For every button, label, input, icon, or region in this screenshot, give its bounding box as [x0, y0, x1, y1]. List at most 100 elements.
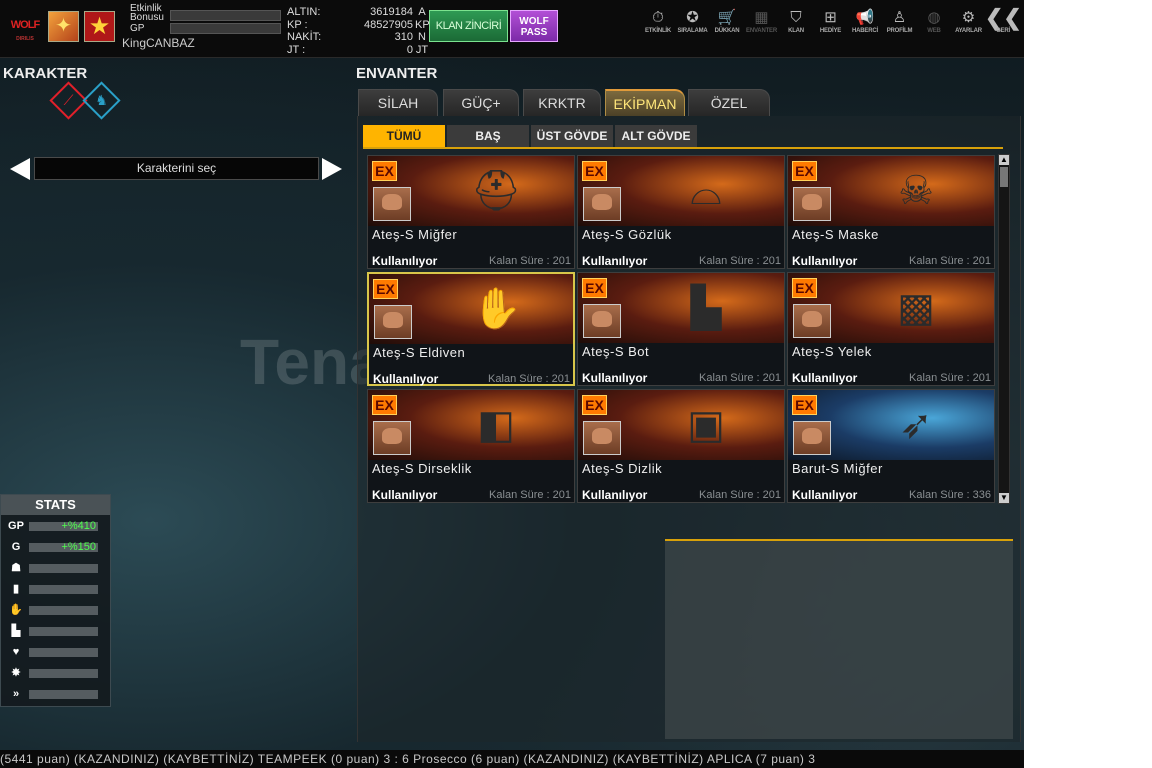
ex-badge: EX	[792, 395, 817, 415]
currency-unit: JT	[415, 43, 429, 56]
stat-bar	[29, 564, 98, 573]
currency-value: 48527905	[364, 18, 413, 31]
item-card[interactable]: EX ☠ Ateş-S Maske Kullanılıyor Kalan Süre : …	[787, 155, 995, 269]
item-name: Barut-S Miğfer	[792, 461, 883, 476]
tab-güç+[interactable]: GÜÇ+	[443, 89, 519, 116]
currency-key: JT :	[287, 43, 306, 56]
item-icon: ▙	[690, 286, 722, 330]
stat-bar	[29, 585, 98, 594]
item-card[interactable]: EX ◧ Ateş-S Dirseklik Kullanılıyor Kalan Sür…	[367, 389, 575, 503]
item-grid-scrollbar[interactable]: ▲ ▼	[998, 154, 1010, 504]
item-icon: ➶	[899, 403, 933, 447]
item-remaining-time: Kalan Süre : 201	[909, 255, 991, 267]
stat-row: ♥	[7, 645, 103, 659]
item-status: Kullanılıyor	[582, 254, 648, 268]
item-remaining-time: Kalan Süre : 201	[699, 255, 781, 267]
item-remaining-time: Kalan Süre : 336	[909, 489, 991, 501]
currency-value: 310	[394, 31, 413, 43]
subtab-tümü[interactable]: TÜMÜ	[363, 125, 445, 148]
item-icon: ⌓	[690, 169, 722, 213]
scroll-down-icon[interactable]: ▼	[999, 493, 1009, 503]
nav-label: ETKİNLİK	[644, 28, 672, 34]
item-card[interactable]: EX ▩ Ateş-S Yelek Kullanılıyor Kalan Süre : …	[787, 272, 995, 386]
gift-icon: ⊞	[824, 9, 837, 26]
character-select[interactable]: Karakterini seç	[34, 157, 319, 180]
stat-row: »	[7, 687, 103, 701]
prev-character-arrow-icon[interactable]	[10, 158, 30, 180]
glove-icon: ✋	[9, 604, 23, 616]
nav-haberci̇[interactable]: 📢 HABERCİ	[847, 8, 883, 34]
stat-label: G	[11, 541, 21, 553]
tab-eki̇pman[interactable]: EKİPMAN	[605, 89, 685, 116]
tab-özel[interactable]: ÖZEL	[688, 89, 770, 116]
klan-zinciri-button[interactable]: KLAN ZİNCİRİ	[429, 10, 508, 42]
stat-row: ✋	[7, 603, 103, 617]
ex-badge: EX	[582, 395, 607, 415]
ex-badge: EX	[792, 278, 817, 298]
nav-label: PROFİLM	[886, 28, 913, 34]
tab-krktr[interactable]: KRKTR	[523, 89, 601, 116]
currency-key: NAKİT:	[287, 31, 322, 43]
item-icon: ▣	[687, 403, 725, 447]
nav-etki̇nli̇k[interactable]: ⏱ ETKİNLİK	[640, 8, 676, 34]
currency-value: 3619184	[370, 6, 413, 18]
burst-icon: ✸	[11, 667, 21, 679]
stat-row: ✸	[7, 666, 103, 680]
item-card[interactable]: EX ➶ Barut-S Miğfer Kullanılıyor Kalan Süre …	[787, 389, 995, 503]
nav-geri̇[interactable]: ❮❮ GERİ	[985, 7, 1022, 35]
nav-envanter[interactable]: ▦ ENVANTER	[744, 8, 780, 34]
nav-profi̇lm[interactable]: ♙ PROFİLM	[882, 8, 918, 34]
medal-icon: ✪	[686, 9, 699, 26]
subtab-üst-gövde[interactable]: ÜST GÖVDE	[531, 125, 613, 148]
stat-bar	[29, 627, 98, 636]
nav-ayarlar[interactable]: ⚙ AYARLAR	[951, 8, 987, 34]
nav-label: HABERCİ	[852, 28, 878, 34]
subtab-alt-gövde[interactable]: ALT GÖVDE	[615, 125, 697, 148]
item-status: Kullanılıyor	[372, 254, 438, 268]
item-card[interactable]: EX ⌓ Ateş-S Gözlük Kullanılıyor Kalan Süre :…	[577, 155, 785, 269]
scroll-up-icon[interactable]: ▲	[999, 155, 1009, 165]
stat-bar	[29, 669, 98, 678]
item-card[interactable]: EX ✋ Ateş-S Eldiven Kullanılıyor Kalan Süre …	[367, 272, 575, 386]
ex-badge: EX	[792, 161, 817, 181]
nav-web[interactable]: ◍ WEB	[916, 8, 952, 34]
character-portrait	[373, 421, 411, 455]
etkinlik-bonus-label: Etkinlik Bonusu	[130, 3, 164, 23]
stats-title: STATS	[1, 495, 110, 515]
currency-unit: KP	[415, 18, 430, 31]
nav-label: SIRALAMA	[677, 28, 708, 34]
character-portrait	[373, 187, 411, 221]
stat-bar	[29, 606, 98, 615]
ex-badge: EX	[582, 161, 607, 181]
nav-hedi̇ye[interactable]: ⊞ HEDİYE	[813, 8, 849, 34]
character-blue-icon[interactable]: ♞	[82, 81, 121, 120]
item-status: Kullanılıyor	[372, 488, 438, 502]
item-remaining-time: Kalan Süre : 201	[699, 372, 781, 384]
top-bar: WOLF DIRILIS ✦ ★ Etkinlik Bonusu GP KingC…	[0, 0, 1024, 58]
character-portrait	[793, 421, 831, 455]
karakter-title: KARAKTER	[3, 65, 88, 82]
currency-value: 0	[406, 43, 413, 56]
scroll-thumb[interactable]	[1000, 167, 1008, 187]
wolf-pass-button[interactable]: WOLF PASS	[510, 10, 558, 42]
nav-dükkan[interactable]: 🛒 DÜKKAN	[709, 8, 745, 34]
star-badge[interactable]: ★	[84, 11, 115, 42]
inventory-icon: ▦	[754, 9, 769, 26]
item-name: Ateş-S Eldiven	[373, 345, 466, 360]
item-status: Kullanılıyor	[373, 372, 439, 386]
nav-siralama[interactable]: ✪ SIRALAMA	[675, 8, 711, 34]
subtab-baş[interactable]: BAŞ	[447, 125, 529, 148]
shield-icon: ⛉	[790, 9, 802, 26]
item-status: Kullanılıyor	[792, 254, 858, 268]
item-card[interactable]: EX ▙ Ateş-S Bot Kullanılıyor Kalan Süre : 20…	[577, 272, 785, 386]
nav-klan[interactable]: ⛉ KLAN	[778, 8, 814, 34]
rank-badge[interactable]: ✦	[48, 11, 79, 42]
next-character-arrow-icon[interactable]	[322, 158, 342, 180]
envanter-title: ENVANTER	[356, 65, 438, 82]
item-card[interactable]: EX ⛑ Ateş-S Miğfer Kullanılıyor Kalan Süre :…	[367, 155, 575, 269]
item-card[interactable]: EX ▣ Ateş-S Dizlik Kullanılıyor Kalan Süre :…	[577, 389, 785, 503]
item-name: Ateş-S Maske	[792, 227, 879, 242]
stats-panel: STATS GP +%410 G +%150 ☗ ▮ ✋ ▙ ♥ ✸ »	[0, 494, 111, 707]
tab-si̇lah[interactable]: SİLAH	[358, 89, 438, 116]
ex-badge: EX	[372, 395, 397, 415]
